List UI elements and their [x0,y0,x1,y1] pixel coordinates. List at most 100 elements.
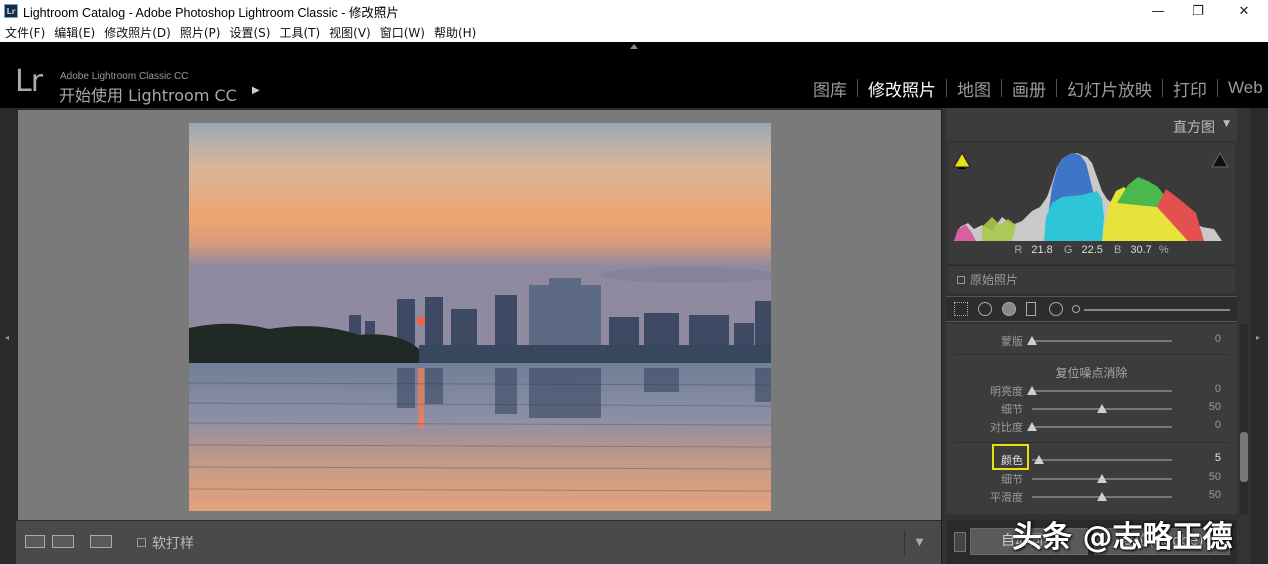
panel-scrollbar[interactable] [1240,324,1248,514]
minimize-icon[interactable]: — [1136,0,1180,22]
g-value: 22.5 [1081,244,1103,256]
menu-develop[interactable]: 修改照片(D) [104,24,171,41]
color-label: 颜色 [1001,454,1023,467]
window-titlebar: Lr Lightroom Catalog - Adobe Photoshop L… [0,0,1268,22]
menu-bar: 文件(F) 编辑(E) 修改照片(D) 照片(P) 设置(S) 工具(T) 视图… [0,22,1268,42]
slider-thumb[interactable] [1027,336,1037,345]
module-print[interactable]: 打印 [1163,76,1217,101]
menu-settings[interactable]: 设置(S) [229,24,270,41]
slider-thumb[interactable] [1027,386,1037,395]
red-eye-icon[interactable] [1002,302,1016,316]
graduated-filter-icon[interactable] [1026,302,1036,316]
section-title[interactable]: 复位噪点消除 [946,364,1237,381]
lr-logo: Lr [15,64,43,99]
photo-viewer[interactable] [16,108,941,520]
restore-icon[interactable]: ❐ [1176,0,1220,22]
right-panel: 直方图 ▼ R 21.8 G 22.5 B 30.7 % 原始照片 蒙版 0 复… [941,108,1250,564]
identity-plate: Lr Adobe Lightroom Classic CC 开始使用 Light… [0,52,1268,108]
spot-removal-icon[interactable] [978,302,992,316]
tool-strip [946,296,1237,322]
menu-photo[interactable]: 照片(P) [180,24,221,41]
smoothness-label: 平滑度 [990,491,1023,504]
percent-unit: % [1158,244,1169,256]
right-panel-edge[interactable]: ▸ [1250,108,1268,564]
smoothness-value[interactable]: 50 [1209,489,1221,501]
tool-slider-track [1084,309,1230,311]
slider-track[interactable] [1032,426,1172,428]
divider [954,442,1229,443]
photo-preview[interactable] [189,123,771,511]
slider-thumb[interactable] [1027,422,1037,431]
color-value[interactable]: 5 [1215,452,1221,464]
color-detail-slider[interactable]: 细节 50 [946,470,1237,488]
slider-track[interactable] [1032,459,1172,461]
masking-value[interactable]: 0 [1215,333,1221,345]
module-slideshow[interactable]: 幻灯片放映 [1057,76,1162,101]
luminance-detail-value[interactable]: 50 [1209,401,1221,413]
detail-panel: 蒙版 0 复位噪点消除 明亮度 0 细节 50 对比度 0 颜色 5 细节 50… [946,324,1237,514]
collapse-up-icon[interactable] [630,44,638,49]
menu-edit[interactable]: 编辑(E) [54,24,95,41]
luminance-detail-slider[interactable]: 细节 50 [946,400,1237,418]
smoothness-slider[interactable]: 平滑度 50 [946,488,1237,506]
slider-thumb[interactable] [1097,404,1107,413]
slider-thumb[interactable] [1097,474,1107,483]
top-panel-toggle[interactable] [0,42,1268,52]
original-photo-label: 原始照片 [970,273,1019,287]
slider-thumb[interactable] [1034,455,1044,464]
left-panel-toggle[interactable]: ◂ [0,108,16,564]
close-icon[interactable]: ✕ [1222,0,1266,22]
color-slider[interactable]: 颜色 5 [946,451,1237,469]
histogram-header[interactable]: 直方图 ▼ [946,108,1237,141]
color-detail-label: 细节 [1001,473,1023,486]
watermark: 头条 @志略正德 [1012,520,1233,555]
menu-tools[interactable]: 工具(T) [279,24,320,41]
product-name: Adobe Lightroom Classic CC [60,71,189,82]
contrast-slider[interactable]: 对比度 0 [946,418,1237,436]
getting-started-link[interactable]: 开始使用 Lightroom CC [59,82,237,106]
luminance-detail-label: 细节 [1001,403,1023,416]
module-library[interactable]: 图库 [803,76,857,101]
module-web[interactable]: Web [1218,78,1268,98]
masking-label: 蒙版 [1001,335,1023,348]
luminance-value[interactable]: 0 [1215,383,1221,395]
crop-tool-icon[interactable] [954,302,968,316]
masking-slider[interactable]: 蒙版 0 [946,332,1237,350]
color-detail-value[interactable]: 50 [1209,471,1221,483]
menu-file[interactable]: 文件(F) [5,24,45,41]
module-book[interactable]: 画册 [1002,76,1056,101]
module-develop[interactable]: 修改照片 [858,76,946,101]
radial-filter-icon[interactable] [1049,302,1063,316]
slider-thumb[interactable] [1097,492,1107,501]
slider-track[interactable] [1032,390,1172,392]
before-after-view-icon[interactable] [90,535,112,548]
soft-proof-checkbox[interactable] [137,538,146,547]
collapse-right-icon[interactable]: ▸ [1256,333,1260,342]
r-label: R [1014,244,1023,256]
module-map[interactable]: 地图 [947,76,1001,101]
original-photo-checkbox[interactable] [957,276,965,284]
menu-window[interactable]: 窗口(W) [380,24,425,41]
brush-tool-icon[interactable] [1072,305,1080,313]
luminance-slider[interactable]: 明亮度 0 [946,382,1237,400]
divider [954,354,1229,355]
expand-left-icon[interactable]: ◂ [5,333,9,342]
scrollbar-thumb[interactable] [1240,432,1248,482]
chevron-down-icon[interactable]: ▼ [1223,119,1230,129]
soft-proof-label: 软打样 [152,536,194,552]
menu-view[interactable]: 视图(V) [329,24,371,41]
window-title: Lightroom Catalog - Adobe Photoshop Ligh… [23,5,399,20]
menu-help[interactable]: 帮助(H) [434,24,476,41]
contrast-value[interactable]: 0 [1215,419,1221,431]
toolbar-options-dropdown[interactable]: ▼ [904,531,934,555]
compare-view-icon[interactable] [52,535,74,548]
loupe-view-icon[interactable] [25,535,45,548]
b-label: B [1113,244,1122,256]
g-label: G [1063,244,1073,256]
sync-switch[interactable] [954,532,966,552]
play-icon[interactable]: ▶ [252,85,260,96]
r-value: 21.8 [1031,244,1053,256]
sunset-city-photo [189,123,771,511]
slider-track[interactable] [1032,340,1172,342]
histogram[interactable]: R 21.8 G 22.5 B 30.7 % [948,143,1235,264]
